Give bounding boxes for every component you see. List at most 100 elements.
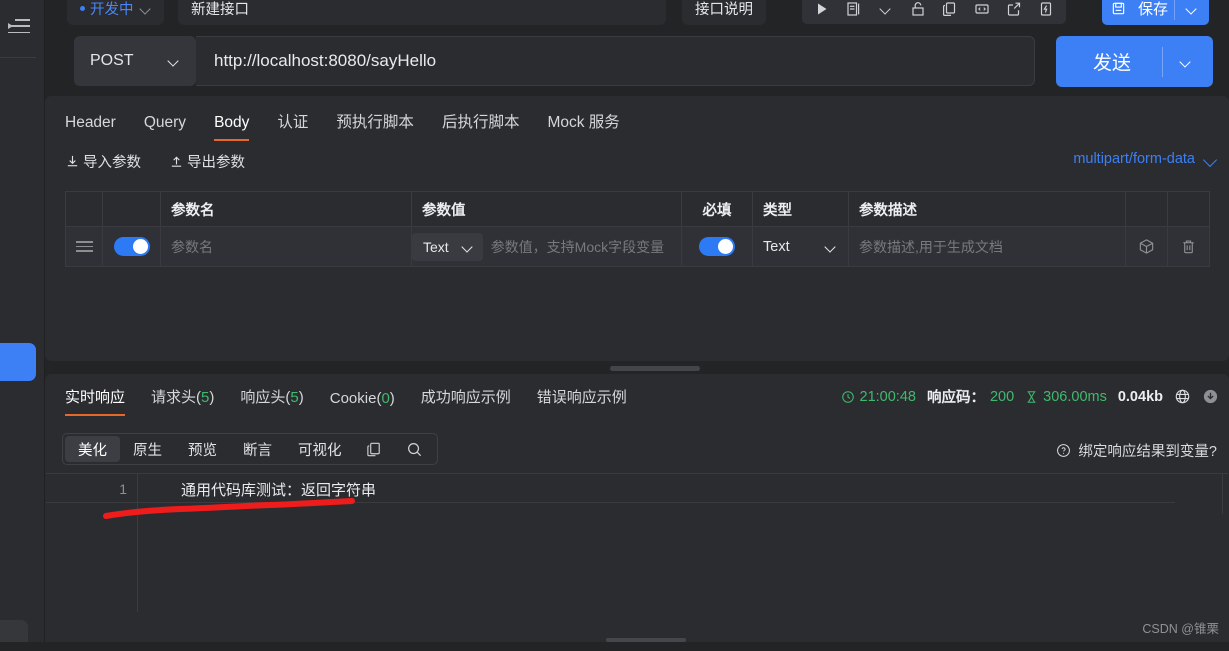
url-input[interactable]: http://localhost:8080/sayHello <box>196 36 1035 86</box>
copy-icon[interactable] <box>934 0 966 23</box>
import-params-button[interactable]: 导入参数 <box>65 151 141 172</box>
hourglass-icon <box>1025 390 1038 404</box>
share-icon[interactable] <box>998 0 1030 23</box>
download-icon[interactable] <box>1202 388 1219 405</box>
tab-label: Cookie <box>329 390 377 407</box>
import-export-row: 导入参数 导出参数 <box>65 151 273 172</box>
send-button[interactable]: 发送 <box>1056 36 1213 87</box>
row-param-name-input[interactable]: 参数名 <box>161 227 412 266</box>
res-tab-request-headers[interactable]: 请求头(5) <box>151 382 214 416</box>
save-button[interactable]: 保存 <box>1102 0 1210 25</box>
unlock-icon[interactable] <box>902 0 934 23</box>
content-type-select[interactable]: multipart/form-data <box>1073 151 1217 167</box>
view-mode-label: 原生 <box>133 442 162 459</box>
tab-body[interactable]: Body <box>214 110 250 141</box>
th-label: 必填 <box>702 202 732 219</box>
row-param-value-cell: Text 参数值，支持Mock字段变量 <box>412 227 682 266</box>
status-badge-dropdown[interactable]: 开发中 <box>67 0 164 25</box>
tab-header[interactable]: Header <box>65 110 116 141</box>
response-meta: 21:00:48 响应码： 200 306.00ms 0.04kb <box>841 386 1220 407</box>
content-type-value: multipart/form-data <box>1073 151 1195 167</box>
download-arrow-icon <box>65 154 80 169</box>
res-tab-error-example[interactable]: 错误响应示例 <box>537 382 627 416</box>
response-editor[interactable]: 1 通用代码库测试：返回字符串 <box>46 473 1228 631</box>
http-method-value: POST <box>90 52 134 69</box>
copy-icon[interactable] <box>355 441 395 458</box>
http-method-select[interactable]: POST <box>74 36 196 86</box>
param-desc-placeholder: 参数描述,用于生成文档 <box>859 238 1003 255</box>
tab-post-script[interactable]: 后执行脚本 <box>442 106 520 141</box>
row-delete-button[interactable] <box>1168 227 1210 266</box>
view-mode-preview[interactable]: 预览 <box>175 436 230 462</box>
th-icon-1 <box>1126 192 1168 226</box>
lightning-icon[interactable] <box>1030 0 1062 23</box>
app-window: 开发中 新建接口 接口说明 保存 POST http://localhost:8… <box>0 0 1229 651</box>
th-param-name: 参数名 <box>161 192 412 226</box>
value-type-label: Text <box>423 238 449 255</box>
bottom-strip <box>0 642 1229 651</box>
row-drag-handle[interactable] <box>65 227 103 266</box>
request-tabs: Header Query Body 认证 预执行脚本 后执行脚本 Mock 服务 <box>65 106 648 141</box>
th-label: 参数描述 <box>859 202 917 219</box>
import-params-label: 导入参数 <box>83 155 141 171</box>
save-label: 保存 <box>1138 1 1169 18</box>
question-circle-icon <box>1056 443 1071 458</box>
table-row: 参数名 Text 参数值，支持Mock字段变量 Text 参数描述,用于生成文档 <box>65 227 1210 267</box>
res-tab-cookie[interactable]: Cookie(0) <box>330 386 395 416</box>
red-underline-annotation <box>100 498 370 522</box>
duration-group: 306.00ms <box>1025 389 1107 405</box>
api-desc-label: 接口说明 <box>695 2 753 18</box>
export-params-button[interactable]: 导出参数 <box>169 151 245 172</box>
export-params-label: 导出参数 <box>187 155 245 171</box>
run-icon[interactable] <box>806 0 838 23</box>
view-mode-visualize[interactable]: 可视化 <box>285 436 355 462</box>
doc-icon[interactable] <box>838 0 870 23</box>
tab-mock-service[interactable]: Mock 服务 <box>547 106 619 141</box>
toggle-switch-icon <box>113 237 150 256</box>
row-box-button[interactable] <box>1126 227 1168 266</box>
url-value: http://localhost:8080/sayHello <box>214 51 437 70</box>
row-required-toggle[interactable] <box>682 227 753 266</box>
view-mode-raw[interactable]: 原生 <box>120 436 175 462</box>
globe-icon[interactable] <box>1174 388 1191 405</box>
tab-count: 0 <box>381 390 390 407</box>
th-description: 参数描述 <box>849 192 1126 226</box>
res-tab-response-headers[interactable]: 响应头(5) <box>240 382 303 416</box>
api-name-tab[interactable]: 新建接口 <box>178 0 666 25</box>
view-mode-assert[interactable]: 断言 <box>230 436 285 462</box>
left-rail <box>0 0 45 651</box>
rail-active-item[interactable] <box>0 343 36 381</box>
view-mode-beautify[interactable]: 美化 <box>65 436 120 462</box>
th-required: 必填 <box>682 192 753 226</box>
tab-label: Query <box>143 114 187 131</box>
row-type-label: Text <box>763 238 790 255</box>
chevron-down-icon[interactable] <box>870 0 902 23</box>
tab-label: 后执行脚本 <box>441 114 520 131</box>
response-view-toolbar: 美化 原生 预览 断言 可视化 <box>62 433 438 465</box>
search-icon[interactable] <box>395 441 435 458</box>
tab-auth[interactable]: 认证 <box>277 106 308 141</box>
code-icon[interactable] <box>966 0 998 23</box>
th-icon-2 <box>1168 192 1210 226</box>
duration-value: 306.00ms <box>1043 388 1107 405</box>
api-desc-tab[interactable]: 接口说明 <box>682 0 766 25</box>
panel-splitter[interactable] <box>45 366 1229 371</box>
response-tabs: 实时响应 请求头(5) 响应头(5) Cookie(0) 成功响应示例 错误响应… <box>65 382 653 416</box>
value-type-select[interactable]: Text <box>412 232 483 261</box>
res-tab-success-example[interactable]: 成功响应示例 <box>421 382 511 416</box>
row-enable-toggle[interactable] <box>103 227 161 266</box>
tab-query[interactable]: Query <box>144 110 186 141</box>
res-tab-realtime[interactable]: 实时响应 <box>65 382 126 416</box>
row-description-input[interactable]: 参数描述,用于生成文档 <box>849 227 1126 266</box>
top-tab-strip: 开发中 新建接口 接口说明 保存 <box>45 0 1229 25</box>
response-time: 21:00:48 <box>859 388 916 405</box>
watermark: CSDN @锥栗 <box>1142 622 1219 636</box>
hamburger-collapse-icon[interactable] <box>8 19 30 33</box>
bind-variable-hint[interactable]: 绑定响应结果到变量? <box>1056 440 1217 461</box>
send-dropdown-chevron-down-icon[interactable] <box>1163 57 1213 67</box>
tab-pre-script[interactable]: 预执行脚本 <box>336 106 414 141</box>
save-dropdown-chevron-down-icon[interactable] <box>1175 4 1209 14</box>
tab-label: 请求头 <box>151 389 197 406</box>
row-type-select[interactable]: Text <box>753 227 849 266</box>
tab-label: 响应头 <box>240 389 286 406</box>
